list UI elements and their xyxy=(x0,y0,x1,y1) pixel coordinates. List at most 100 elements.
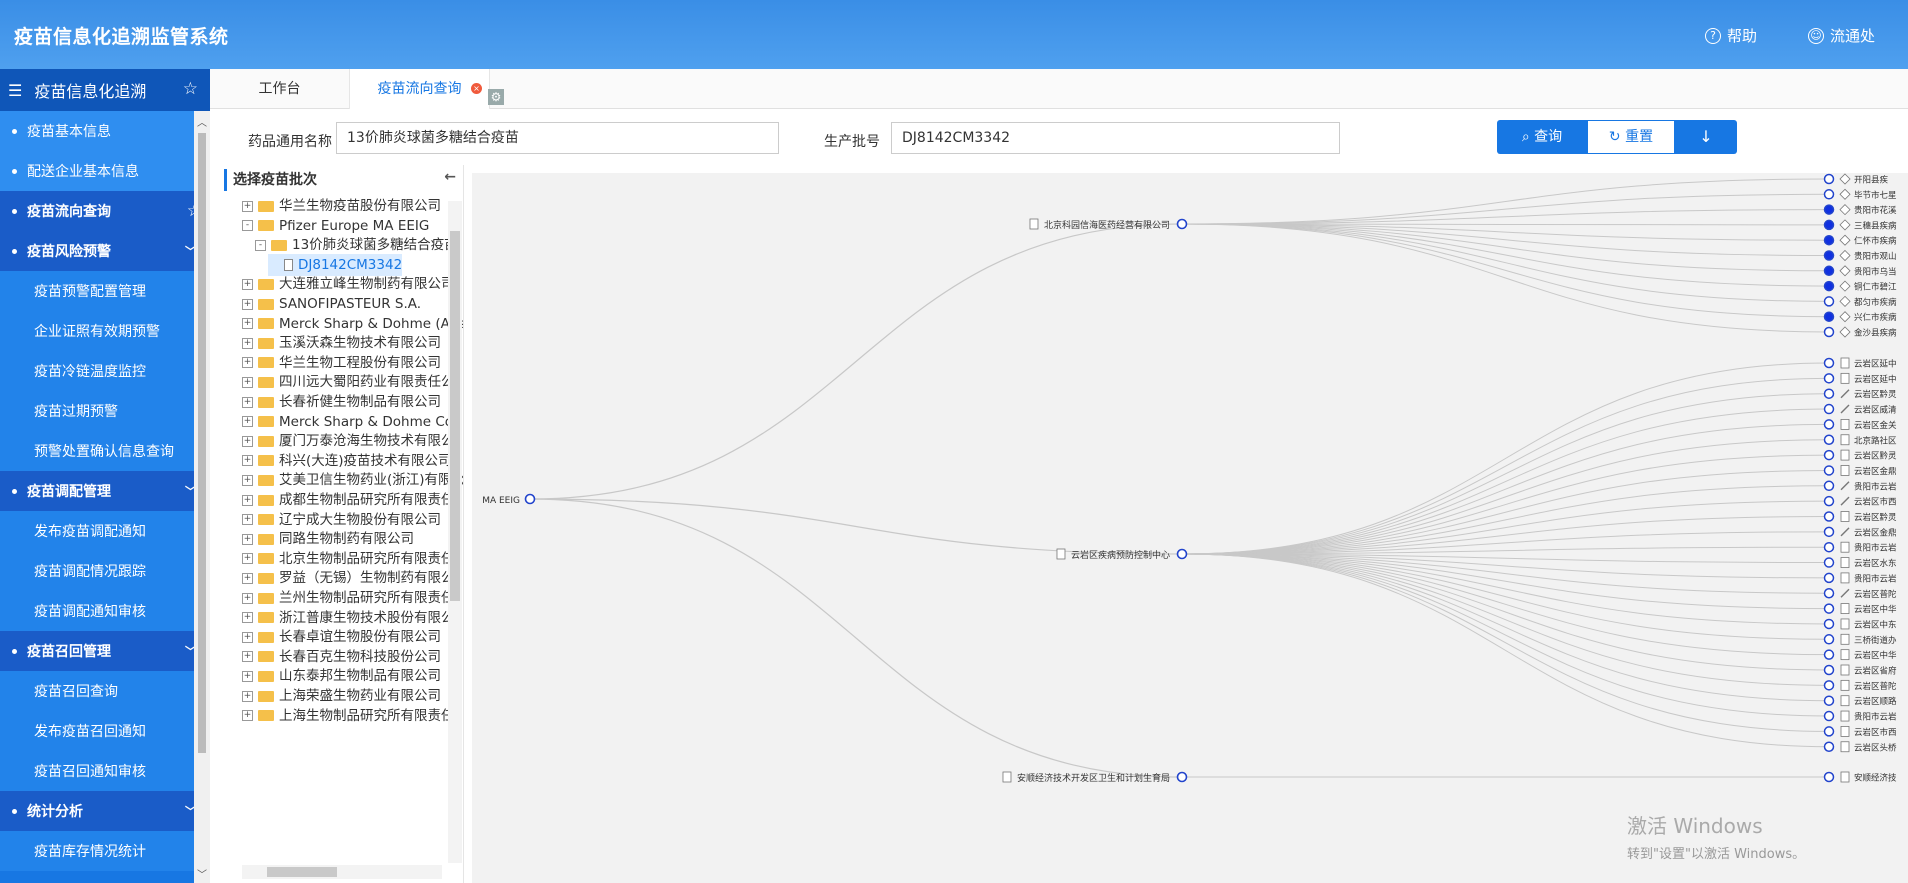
leaf-node[interactable] xyxy=(1823,771,1835,783)
leaf-node[interactable] xyxy=(1823,588,1835,599)
expand-icon[interactable]: + xyxy=(242,318,253,330)
leaf-node[interactable] xyxy=(1823,388,1835,399)
sidebar-item[interactable]: 疫苗召回管理 ﹀ xyxy=(0,631,210,671)
leaf-node[interactable] xyxy=(1823,280,1835,292)
leaf-node[interactable] xyxy=(1823,649,1835,660)
leaf-node[interactable] xyxy=(1823,234,1835,246)
leaf-node[interactable] xyxy=(1823,265,1835,277)
leaf-node[interactable] xyxy=(1823,219,1835,231)
tree-node[interactable]: + 上海生物制品研究所有限责任 xyxy=(242,705,455,727)
expand-icon[interactable]: + xyxy=(242,553,253,565)
leaf-node[interactable] xyxy=(1823,419,1835,430)
leaf-node[interactable] xyxy=(1823,326,1835,338)
expand-icon[interactable]: + xyxy=(242,592,253,604)
leaf-node[interactable] xyxy=(1823,603,1835,614)
leaf-node[interactable] xyxy=(1823,695,1835,706)
download-button[interactable]: ↓ xyxy=(1675,120,1737,154)
sidebar-item[interactable]: 发布疫苗召回通知 xyxy=(0,711,210,751)
leaf-node[interactable] xyxy=(1823,726,1835,737)
collapse-arrow-icon[interactable]: ← xyxy=(444,169,456,185)
leaf-node[interactable] xyxy=(1823,204,1835,215)
sidebar-item[interactable]: 疫苗过期预警 xyxy=(0,391,210,431)
menu-icon[interactable]: ☰ xyxy=(8,81,22,100)
expand-icon[interactable]: + xyxy=(242,572,253,584)
expand-icon[interactable]: + xyxy=(242,337,253,349)
tab-workbench[interactable]: 工作台 xyxy=(210,69,350,109)
leaf-node[interactable] xyxy=(1823,634,1835,645)
sidebar-item[interactable]: 统计分析 ﹀ xyxy=(0,791,210,831)
user-button[interactable]: ☺ 流通处 xyxy=(1808,25,1875,46)
root-node[interactable] xyxy=(524,493,536,505)
leaf-node[interactable] xyxy=(1823,557,1835,568)
expand-icon[interactable]: + xyxy=(242,670,253,682)
mid-node[interactable] xyxy=(1176,771,1188,783)
leaf-node[interactable] xyxy=(1823,465,1835,476)
expand-icon[interactable]: + xyxy=(242,376,253,388)
sidebar-item[interactable]: 疫苗调配管理 ﹀ xyxy=(0,471,210,511)
expand-icon[interactable]: + xyxy=(242,533,253,545)
scroll-down-icon[interactable]: ﹀ xyxy=(197,866,207,881)
tab-vaccine-flow[interactable]: 疫苗流向查询 xyxy=(350,69,490,109)
expand-icon[interactable]: + xyxy=(242,416,253,428)
tree-vertical-scrollbar[interactable] xyxy=(448,201,462,863)
leaf-node[interactable] xyxy=(1823,618,1835,630)
tree-scroll-thumb[interactable] xyxy=(450,231,460,601)
expand-icon[interactable]: + xyxy=(242,455,253,467)
tab-close-icon[interactable]: × xyxy=(471,83,482,94)
sidebar-item[interactable]: 疫苗召回查询 xyxy=(0,671,210,711)
leaf-node[interactable] xyxy=(1823,664,1835,676)
leaf-node[interactable] xyxy=(1823,357,1835,369)
leaf-node[interactable] xyxy=(1823,373,1835,384)
scroll-up-icon[interactable]: ︿ xyxy=(197,114,207,129)
tree-hscroll-thumb[interactable] xyxy=(267,867,337,877)
expand-icon[interactable]: + xyxy=(242,474,253,486)
leaf-node[interactable] xyxy=(1823,250,1835,261)
sidebar-item[interactable]: 疫苗风险预警 ﹀ xyxy=(0,231,210,271)
help-button[interactable]: ? 帮助 xyxy=(1705,25,1757,46)
mid-node[interactable] xyxy=(1176,548,1188,560)
sidebar-item[interactable]: 疫苗冷链温度监控 xyxy=(0,351,210,391)
expand-icon[interactable]: + xyxy=(242,710,253,722)
expand-icon[interactable]: + xyxy=(242,200,253,212)
expand-icon[interactable]: + xyxy=(242,494,253,506)
sidebar-item[interactable]: 发布疫苗调配通知 xyxy=(0,511,210,551)
reset-button[interactable]: ↻ 重置 xyxy=(1587,120,1675,154)
sidebar-scrollbar[interactable]: ︿ ﹀ xyxy=(194,111,210,883)
sidebar-scroll-thumb[interactable] xyxy=(198,133,206,753)
leaf-node[interactable] xyxy=(1823,710,1835,722)
leaf-node[interactable] xyxy=(1823,311,1835,322)
expand-icon[interactable]: + xyxy=(242,435,253,447)
leaf-node[interactable] xyxy=(1823,434,1835,445)
leaf-node[interactable] xyxy=(1823,680,1835,691)
expand-icon[interactable]: + xyxy=(242,278,253,290)
leaf-node[interactable] xyxy=(1823,173,1835,185)
sidebar-item[interactable]: 疫苗调配情况跟踪 xyxy=(0,551,210,591)
sidebar-item[interactable]: 疫苗预警配置管理 xyxy=(0,271,210,311)
sidebar-item[interactable]: 疫苗调配通知审核 xyxy=(0,591,210,631)
sidebar-item[interactable]: 疫苗库存情况统计 xyxy=(0,831,210,871)
leaf-node[interactable] xyxy=(1823,403,1835,415)
expand-icon[interactable]: + xyxy=(242,514,253,526)
expand-icon[interactable]: + xyxy=(242,298,253,310)
drug-name-input[interactable]: 13价肺炎球菌多糖结合疫苗 xyxy=(336,122,779,154)
expand-icon[interactable]: + xyxy=(242,396,253,408)
sidebar-item[interactable]: 疫苗基本信息 xyxy=(0,111,210,151)
tree-horizontal-scrollbar[interactable] xyxy=(242,865,442,879)
leaf-node[interactable] xyxy=(1823,526,1835,538)
sidebar-item[interactable]: 疫苗召回通知审核 xyxy=(0,751,210,791)
leaf-node[interactable] xyxy=(1823,741,1835,752)
leaf-node[interactable] xyxy=(1823,449,1835,461)
collapse-icon[interactable]: - xyxy=(242,220,253,232)
favorite-star-icon[interactable]: ☆ xyxy=(183,79,198,99)
leaf-node[interactable] xyxy=(1823,296,1835,307)
expand-icon[interactable]: + xyxy=(242,651,253,663)
collapse-icon[interactable]: - xyxy=(255,239,266,251)
expand-icon[interactable]: + xyxy=(242,612,253,624)
sidebar-item[interactable]: 配送企业基本信息 xyxy=(0,151,210,191)
expand-icon[interactable]: + xyxy=(242,631,253,643)
sidebar-item[interactable]: 疫苗流向查询☆ xyxy=(0,191,210,231)
leaf-node[interactable] xyxy=(1823,541,1835,553)
expand-icon[interactable]: + xyxy=(242,690,253,702)
leaf-node[interactable] xyxy=(1823,572,1835,584)
leaf-node[interactable] xyxy=(1823,511,1835,522)
